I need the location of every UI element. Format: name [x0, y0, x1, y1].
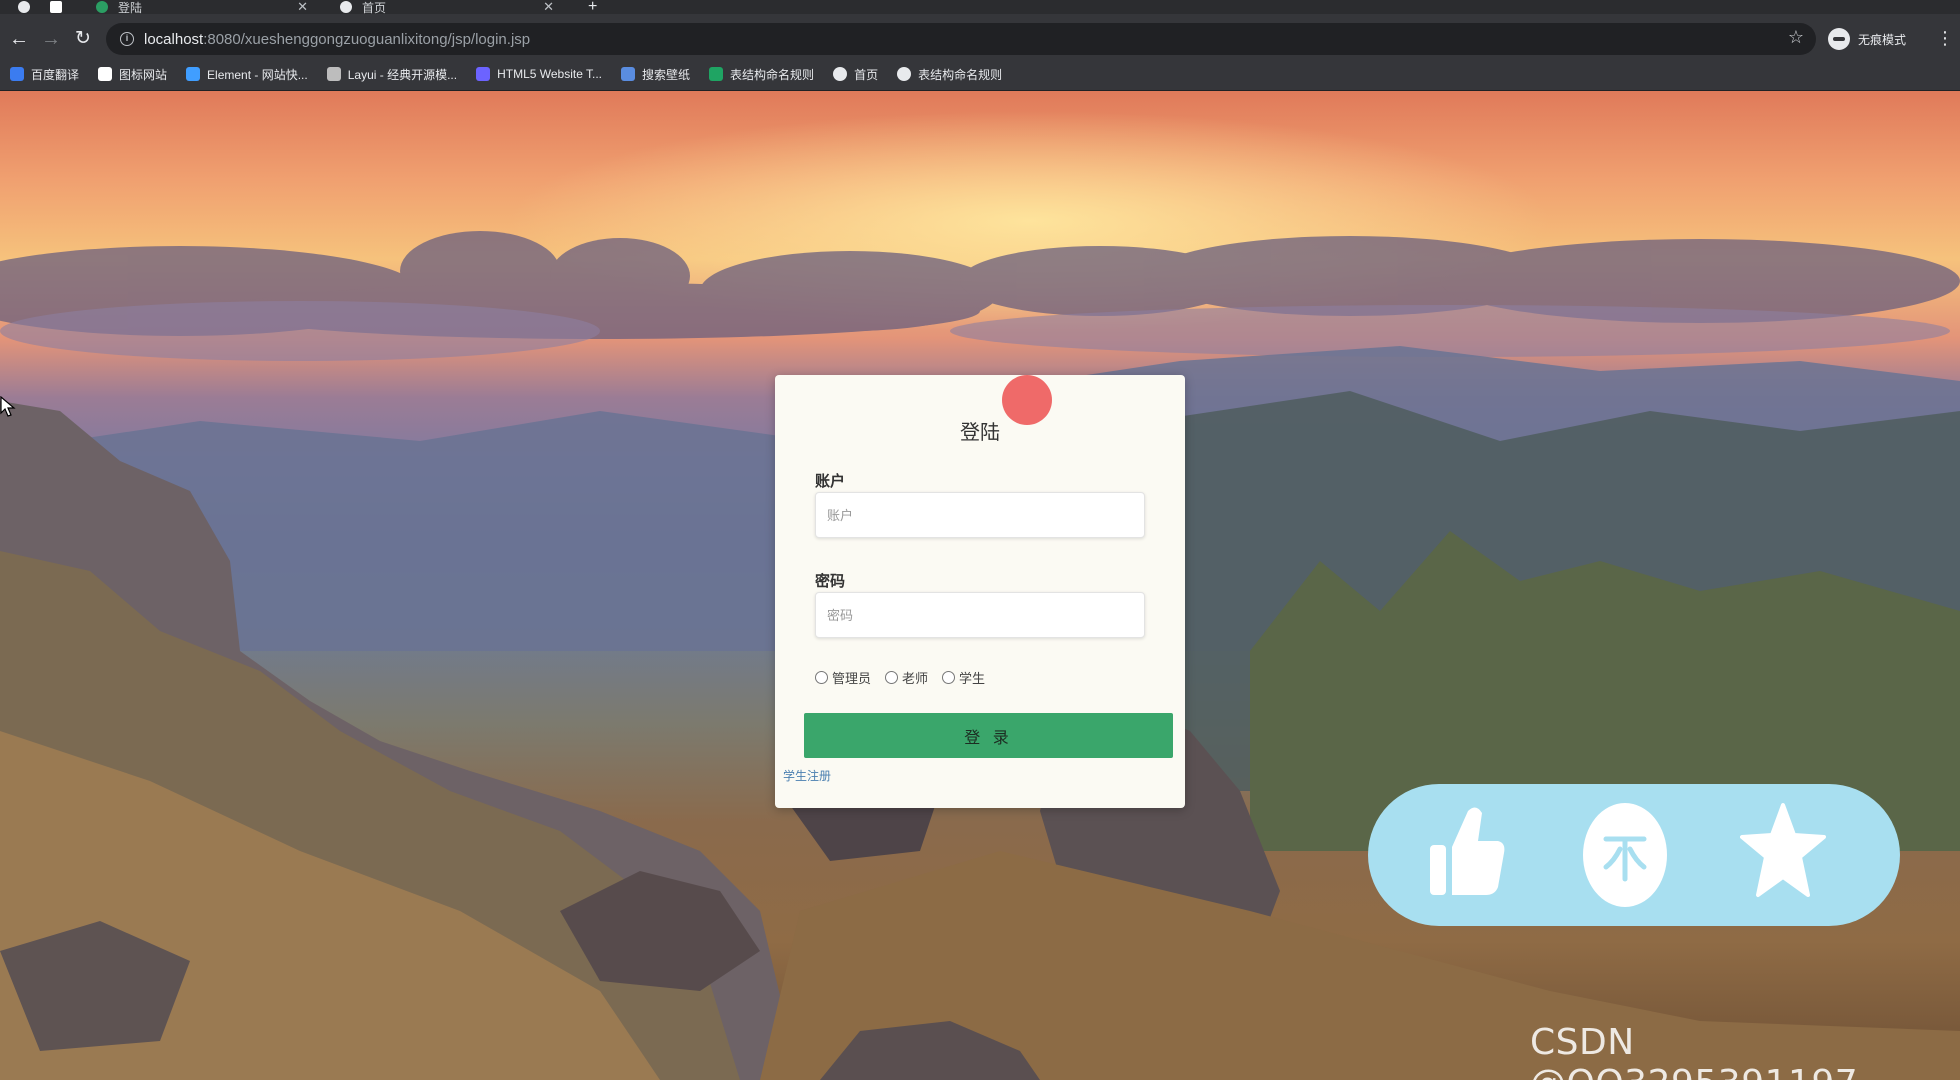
role-student[interactable]: 学生	[942, 668, 985, 687]
role-selector: 管理员 老师 学生	[815, 668, 999, 687]
role-student-label: 学生	[959, 671, 986, 686]
tab-square-icon	[50, 1, 62, 13]
bookmark-label: 表结构命名规则	[730, 67, 815, 82]
bookmark-label: 表结构命名规则	[918, 67, 1003, 82]
bookmark-item[interactable]: 百度翻译	[10, 66, 79, 83]
bookmark-item[interactable]: 表结构命名规则	[709, 66, 814, 83]
bookmark-label: 百度翻译	[31, 67, 80, 82]
sheet-icon	[709, 67, 724, 81]
role-admin-label: 管理员	[832, 671, 872, 686]
watermark: CSDN @QQ3295391197	[1530, 1022, 1858, 1080]
tab-square[interactable]	[50, 0, 72, 14]
password-input[interactable]	[815, 592, 1145, 638]
role-admin[interactable]: 管理员	[815, 668, 871, 687]
account-input[interactable]	[815, 492, 1145, 538]
menu-icon[interactable]: ⋮	[1936, 28, 1954, 48]
password-label: 密码	[815, 573, 846, 590]
globe-icon	[897, 67, 912, 81]
login-button[interactable]: 登 录	[804, 713, 1173, 758]
tab-home[interactable]: 首页 ✕	[340, 0, 564, 15]
bookmark-item[interactable]: Element - 网站快...	[186, 66, 308, 83]
wallpaper-icon	[621, 67, 636, 81]
tab-favicon-icon	[96, 1, 108, 13]
bookmark-item[interactable]: 图标网站	[98, 66, 167, 83]
incognito-label: 无痕模式	[1858, 32, 1907, 47]
browser-toolbar: ← → ↻ i localhost:8080/xueshenggongzuogu…	[0, 14, 1960, 64]
url-host: localhost	[144, 30, 204, 48]
role-teacher-label: 老师	[902, 671, 929, 686]
bookmark-label: 首页	[854, 67, 879, 82]
bookmark-label: 搜索壁纸	[642, 67, 691, 82]
tab-login[interactable]: 登陆 ✕	[96, 0, 318, 15]
login-title: 登陆	[960, 422, 1000, 444]
bookmark-label: Element - 网站快...	[207, 67, 308, 82]
close-tab-icon[interactable]: ✕	[297, 0, 308, 15]
incognito-indicator[interactable]: 无痕模式	[1828, 26, 1906, 52]
bookmark-item[interactable]: 搜索壁纸	[621, 66, 690, 83]
flag-icon	[98, 67, 113, 81]
bookmark-star-icon[interactable]: ☆	[1788, 27, 1804, 48]
close-tab-icon[interactable]: ✕	[543, 0, 554, 15]
thumbs-up-icon[interactable]	[1424, 801, 1532, 909]
bookmark-label: 图标网站	[119, 67, 168, 82]
bookmark-item[interactable]: 首页	[833, 66, 878, 83]
bookmark-label: HTML5 Website T...	[497, 67, 603, 81]
address-bar[interactable]: i localhost:8080/xueshenggongzuoguanlixi…	[106, 23, 1816, 55]
radio-button[interactable]	[885, 671, 899, 684]
layui-icon	[326, 67, 341, 81]
student-register-link[interactable]: 学生注册	[783, 767, 831, 784]
forward-button[interactable]: →	[38, 26, 64, 52]
page-background: 登陆 账户 密码 管理员 老师 学生 登 录 学生注册	[0, 91, 1960, 1080]
back-button[interactable]: ←	[6, 26, 32, 52]
element-icon	[186, 67, 201, 81]
account-label: 账户	[815, 473, 846, 490]
html5-icon	[476, 67, 491, 81]
incognito-icon	[1828, 28, 1850, 50]
globe-icon	[340, 1, 352, 13]
action-pill	[1368, 784, 1900, 926]
bookmarks-bar: 百度翻译 图标网站 Element - 网站快... Layui - 经典开源模...…	[0, 58, 1960, 90]
coin-icon[interactable]	[1580, 801, 1688, 909]
bookmark-item[interactable]: Layui - 经典开源模...	[326, 66, 458, 83]
tab-strip: 登陆 ✕ 首页 ✕ +	[0, 0, 1960, 15]
login-card: 登陆 账户 密码 管理员 老师 学生 登 录 学生注册	[775, 375, 1185, 808]
radio-button[interactable]	[942, 671, 956, 684]
reload-button[interactable]: ↻	[70, 26, 96, 52]
globe-icon	[833, 67, 848, 81]
bookmark-label: Layui - 经典开源模...	[347, 67, 458, 82]
url-path: :8080/xueshenggongzuoguanlixitong/jsp/lo…	[203, 30, 531, 48]
role-teacher[interactable]: 老师	[885, 668, 928, 687]
radio-button[interactable]	[815, 671, 828, 684]
chrome-icon	[18, 1, 30, 13]
bookmark-item[interactable]: HTML5 Website T...	[476, 67, 602, 81]
bookmark-item[interactable]: 表结构命名规则	[897, 66, 1002, 83]
info-icon[interactable]: i	[120, 32, 134, 46]
translate-icon	[10, 67, 24, 81]
mouse-cursor-icon	[0, 396, 16, 417]
click-marker	[1002, 375, 1052, 425]
star-icon[interactable]	[1740, 801, 1848, 909]
new-tab-button[interactable]: +	[588, 0, 597, 15]
tab-menu[interactable]	[18, 0, 40, 14]
